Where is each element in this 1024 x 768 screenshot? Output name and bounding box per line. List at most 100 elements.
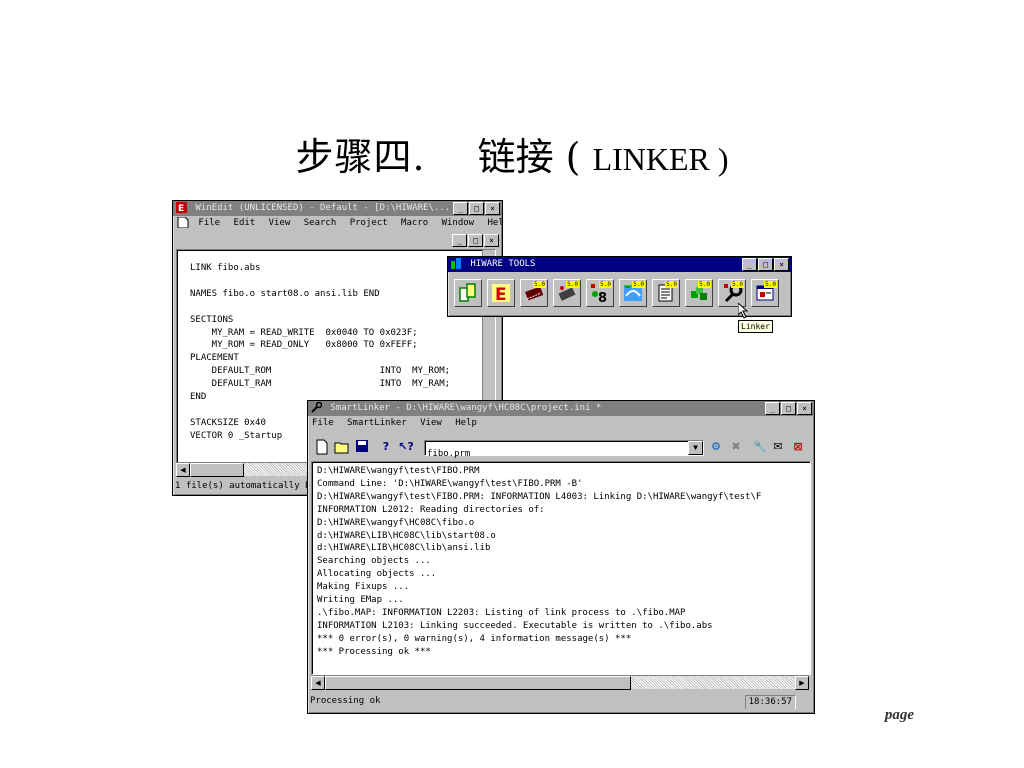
maximize-button[interactable]: □ <box>781 402 796 415</box>
tool-simulator-button[interactable]: 5.0 <box>751 279 779 307</box>
tool-decoder-button[interactable]: 5.0 <box>619 279 647 307</box>
document-icon[interactable] <box>177 216 189 229</box>
chevron-down-icon[interactable]: ▼ <box>688 441 703 455</box>
smartlinker-hscrollbar[interactable]: ◀ ▶ <box>311 675 809 690</box>
stop-icon[interactable]: ✖ <box>728 439 744 455</box>
log-line: Searching objects ... <box>317 556 431 567</box>
winedit-menubar: File Edit View Search Project Macro Wind… <box>173 216 502 231</box>
child-close-button[interactable]: × <box>484 234 499 247</box>
menu-file[interactable]: File <box>312 418 334 428</box>
menu-window[interactable]: Window <box>442 218 475 228</box>
log-line: Writing EMap ... <box>317 595 404 606</box>
context-help-icon[interactable]: ↖? <box>398 439 414 455</box>
smartlinker-app-icon <box>311 402 322 413</box>
log-line: INFORMATION L2012: Reading directories o… <box>317 504 545 515</box>
svg-text:8: 8 <box>598 291 607 304</box>
tool-maker-button[interactable]: 5.0 <box>652 279 680 307</box>
maximize-button[interactable]: □ <box>758 258 773 271</box>
tool-version-badge: 5.0 <box>533 281 546 288</box>
close-button[interactable]: × <box>774 258 789 271</box>
mouse-cursor-icon <box>738 303 749 319</box>
tool-assembler-button[interactable]: 5.0 <box>553 279 581 307</box>
file-input-value: fibo.prm <box>427 449 471 459</box>
log-line: Command Line: 'D:\HIWARE\wangyf\test\FIB… <box>317 478 583 489</box>
tool-editor-button[interactable]: E <box>487 279 515 307</box>
editor-icon: E <box>492 284 510 304</box>
code-line: PLACEMENT <box>190 353 239 364</box>
smartlinker-title-text: SmartLinker - D:\HIWARE\wangyf\HC08C\pro… <box>330 403 602 413</box>
tool-project-button[interactable] <box>454 279 482 307</box>
winedit-app-icon: E <box>176 202 187 213</box>
menu-edit[interactable]: Edit <box>234 218 256 228</box>
menu-help[interactable]: Help <box>488 218 503 228</box>
log-line: D:\HIWARE\wangyf\test\FIBO.PRM: INFORMAT… <box>317 491 762 502</box>
log-line: D:\HIWARE\wangyf\test\FIBO.PRM <box>317 466 480 476</box>
minimize-button[interactable]: _ <box>742 258 757 271</box>
menu-smartlinker[interactable]: SmartLinker <box>347 418 407 428</box>
tool-compiler-button[interactable]: 5.0 <box>520 279 548 307</box>
smartlinker-toolbar: ? ↖? fibo.prm ▼ ⚙ ✖ 🔧 ✉ ⊠ <box>312 437 808 459</box>
scroll-left-button[interactable]: ◀ <box>311 676 325 690</box>
menu-view[interactable]: View <box>269 218 291 228</box>
open-folder-icon[interactable] <box>334 439 350 455</box>
log-line: *** 0 error(s), 0 warning(s), 4 informat… <box>317 633 632 644</box>
tool-version-badge: 5.0 <box>566 281 579 288</box>
smartlinker-titlebar[interactable]: SmartLinker - D:\HIWARE\wangyf\HC08C\pro… <box>308 401 814 416</box>
slide-title-step: 步骤四. <box>295 135 426 179</box>
minimize-button[interactable]: _ <box>453 202 468 215</box>
log-line: .\fibo.MAP: INFORMATION L2203: Listing o… <box>317 607 686 618</box>
winedit-statusbar: 1 file(s) automatically b <box>175 480 310 493</box>
child-restore-button[interactable]: □ <box>468 234 483 247</box>
scroll-left-button[interactable]: ◀ <box>176 463 190 477</box>
compile-icon[interactable]: ⚙ <box>708 439 724 455</box>
linker-tooltip: Linker <box>738 320 773 333</box>
save-icon[interactable] <box>354 439 370 455</box>
svg-text:E: E <box>178 204 184 213</box>
page-label: page <box>884 707 914 723</box>
winedit-status-text: 1 file(s) automatically b <box>175 481 311 491</box>
menu-search[interactable]: Search <box>304 218 337 228</box>
code-line: MY_ROM = READ_ONLY 0x8000 TO 0xFEFF; <box>190 340 418 351</box>
child-minimize-button[interactable]: _ <box>452 234 467 247</box>
menu-project[interactable]: Project <box>350 218 388 228</box>
menu-macro[interactable]: Macro <box>401 218 428 228</box>
close-button[interactable]: × <box>797 402 812 415</box>
hiware-titlebar[interactable]: HIWARE TOOLS _ □ × <box>448 257 791 272</box>
code-line: DEFAULT_ROM INTO MY_ROM; <box>190 366 451 377</box>
hiware-title-text: HIWARE TOOLS <box>470 259 536 269</box>
help-icon[interactable]: ? <box>378 439 394 455</box>
menu-view[interactable]: View <box>420 418 442 428</box>
message-icon[interactable]: ✉ <box>770 439 786 455</box>
menu-help[interactable]: Help <box>455 418 477 428</box>
smartlinker-statusbar: Processing ok 18:36:57 <box>310 695 810 709</box>
code-line: DEFAULT_RAM INTO MY_RAM; <box>190 379 451 390</box>
menu-file[interactable]: File <box>198 218 220 228</box>
scroll-thumb[interactable] <box>325 676 631 690</box>
tool-burner-button[interactable]: 8 5.0 <box>586 279 614 307</box>
smartlinker-log: D:\HIWARE\wangyf\test\FIBO.PRM Command Li… <box>312 462 810 659</box>
tool-version-badge: 5.0 <box>632 281 645 288</box>
log-line: *** Processing ok *** <box>317 646 431 657</box>
slide-title-link: 链接 ( <box>477 135 581 179</box>
winedit-titlebar[interactable]: E WinEdit (UNLICENSED) - Default - [D:\H… <box>173 201 502 216</box>
error-icon[interactable]: ⊠ <box>790 439 806 455</box>
smartlinker-output[interactable]: D:\HIWARE\wangyf\test\FIBO.PRM Command Li… <box>311 461 811 675</box>
tool-version-badge: 5.0 <box>665 281 678 288</box>
tool-version-badge: 5.0 <box>599 281 612 288</box>
tool-libmaker-button[interactable]: 5.0 <box>685 279 713 307</box>
tool-version-badge: 5.0 <box>764 281 777 288</box>
close-button[interactable]: × <box>485 202 500 215</box>
maximize-button[interactable]: □ <box>469 202 484 215</box>
scroll-right-button[interactable]: ▶ <box>795 676 809 690</box>
smartlinker-window: SmartLinker - D:\HIWARE\wangyf\HC08C\pro… <box>307 400 815 714</box>
slide-title: 步骤四. 链接 ( LINKER ) <box>0 126 1024 181</box>
scroll-thumb[interactable] <box>190 463 244 477</box>
log-line: INFORMATION L2103: Linking succeeded. Ex… <box>317 620 713 631</box>
minimize-button[interactable]: _ <box>765 402 780 415</box>
log-line: Making Fixups ... <box>317 582 410 593</box>
options-icon[interactable]: 🔧 <box>752 439 768 455</box>
smartlinker-menubar: File SmartLinker View Help <box>308 416 814 431</box>
hiware-toolbar: E 5.0 5.0 8 5.0 5.0 5.0 5.0 5.0 5.0 <box>454 279 779 307</box>
file-input[interactable]: fibo.prm ▼ <box>424 440 704 459</box>
new-file-icon[interactable] <box>314 439 330 455</box>
